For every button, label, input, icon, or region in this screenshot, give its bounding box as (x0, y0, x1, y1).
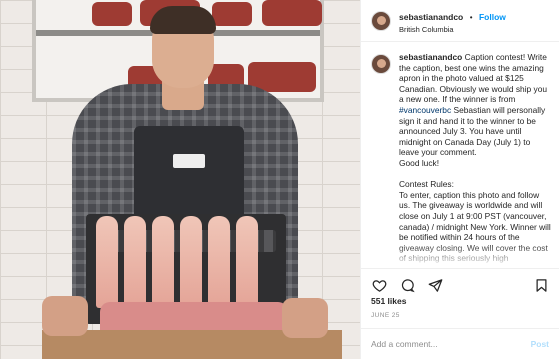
right-hand (282, 298, 328, 338)
rib-bone (96, 216, 118, 308)
follow-button[interactable]: Follow (479, 12, 506, 22)
location-link[interactable]: British Columbia (399, 25, 506, 34)
meat-cut (92, 2, 132, 26)
apron-logo-tag (173, 154, 205, 168)
comment-bubble-icon[interactable] (399, 278, 415, 294)
meat-cut (262, 0, 322, 26)
post-photo[interactable] (0, 0, 360, 359)
post-comment-button[interactable]: Post (531, 339, 549, 349)
likes-count[interactable]: 551 likes (371, 296, 406, 306)
meat-cut (212, 2, 252, 26)
caption-body-part2: Sebastian will personally sign it and ha… (399, 104, 551, 263)
comment-bar: Post (361, 328, 559, 359)
username-link[interactable]: sebastianandco (399, 12, 463, 22)
post-date[interactable]: JUNE 25 (371, 312, 400, 319)
hashtag-link[interactable]: #vancouverbc (399, 105, 451, 115)
heart-icon[interactable] (371, 278, 387, 294)
caption-text: sebastianandco Caption contest! Write th… (399, 52, 551, 268)
caption: sebastianandco Caption contest! Write th… (371, 52, 553, 268)
left-hand (42, 296, 88, 336)
post-side-panel: sebastianandco • Follow British Columbia… (360, 0, 559, 359)
separator-dot: • (469, 12, 473, 22)
rib-bone (236, 216, 258, 308)
avatar[interactable] (371, 10, 391, 31)
comment-input[interactable] (371, 339, 531, 349)
hair (150, 6, 216, 34)
caption-avatar[interactable] (371, 54, 391, 74)
header-meta: sebastianandco • Follow British Columbia (399, 7, 506, 35)
rib-bone (208, 216, 230, 308)
rib-bone (124, 216, 146, 308)
caption-username[interactable]: sebastianandco (399, 52, 462, 62)
post-header: sebastianandco • Follow British Columbia (361, 0, 559, 42)
caption-fade (361, 244, 559, 268)
bookmark-icon[interactable] (533, 278, 549, 294)
paper-plane-icon[interactable] (427, 278, 443, 294)
rib-bone (180, 216, 202, 308)
rib-bone (152, 216, 174, 308)
